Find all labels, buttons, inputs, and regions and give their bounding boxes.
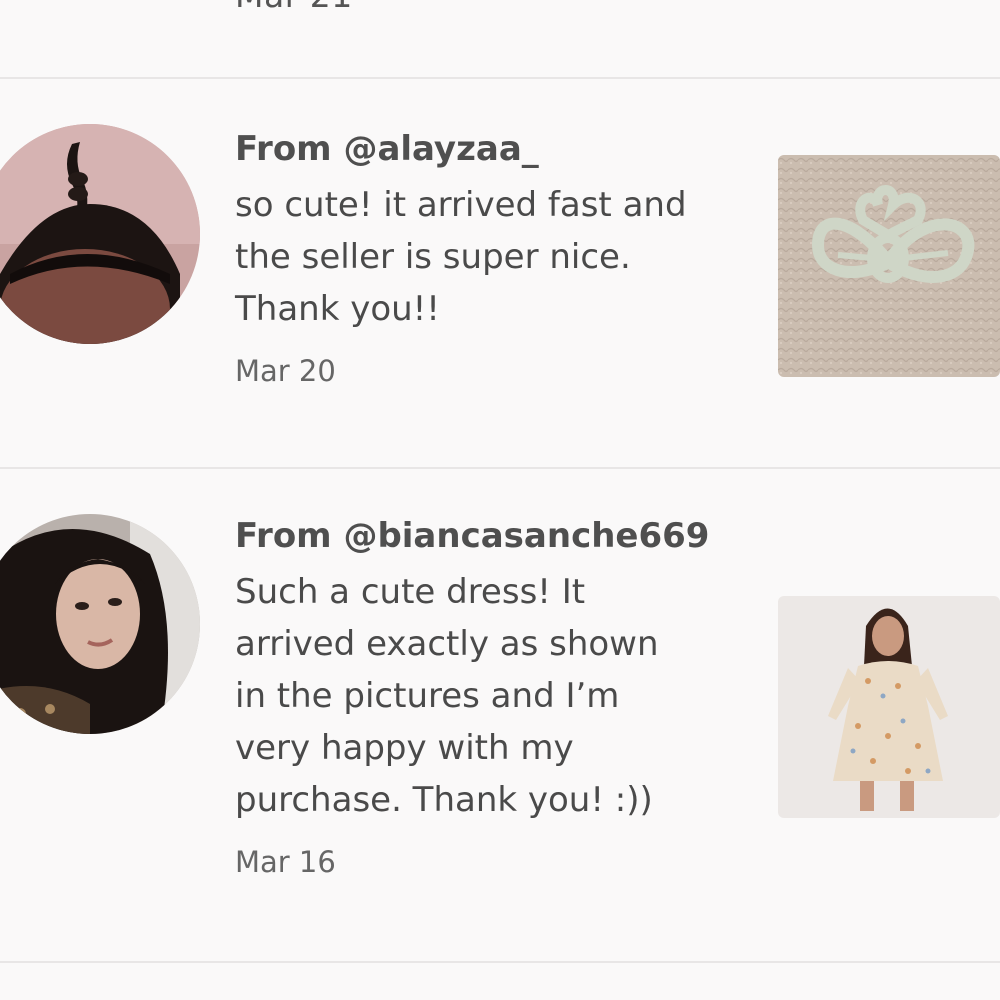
review-author[interactable]: From @biancasanche669 [235,514,755,558]
review-text-line: Such a cute dress! It [235,572,586,612]
review-text-line: in the pictures and I’m [235,676,620,716]
review-item: From @alayzaa_ so cute! it arrived fast … [0,79,1000,467]
review-text-line: purchase. Thank you! :)) [235,780,653,820]
review-text-line: so cute! it arrived fast and [235,185,687,225]
reviews-page: Mar 21 From @alayzaa_ so cute! it arrive… [0,0,1000,1000]
review-text: so cute! it arrived fast and the seller … [235,179,755,335]
review-content: From @alayzaa_ so cute! it arrived fast … [235,127,755,389]
previous-review-date: Mar 21 [235,0,353,15]
review-text-line: very happy with my [235,728,574,768]
reviewer-avatar[interactable] [0,514,200,734]
review-product-image[interactable] [778,596,1000,818]
review-date: Mar 16 [235,845,336,879]
review-content: From @biancasanche669 Such a cute dress!… [235,514,755,880]
floral-dress-photo-icon [778,596,1000,818]
review-text-line: Thank you!! [235,289,440,329]
user-photo-hair-bun-icon [0,124,200,344]
review-item: From @biancasanche669 Such a cute dress!… [0,469,1000,961]
review-text-line: arrived exactly as shown [235,624,659,664]
review-text-line: the seller is super nice. [235,237,631,277]
review-text: Such a cute dress! It arrived exactly as… [235,566,755,826]
user-photo-selfie-icon [0,514,200,734]
review-date: Mar 20 [235,354,336,388]
review-product-image[interactable] [778,155,1000,377]
reviewer-avatar[interactable] [0,124,200,344]
hair-claw-clip-photo-icon [778,155,1000,377]
divider [0,961,1000,963]
review-author[interactable]: From @alayzaa_ [235,127,755,171]
